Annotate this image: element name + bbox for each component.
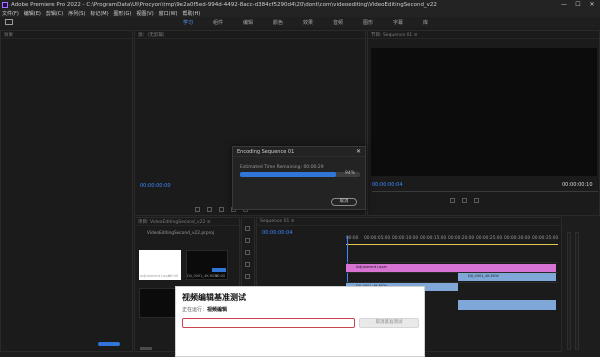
effects-panel: 效果: [0, 30, 133, 352]
encoding-progress-percent: 94%: [345, 171, 356, 176]
audio-meter-left: [567, 232, 571, 350]
maximize-button[interactable]: ☐: [571, 0, 585, 9]
menu-edit[interactable]: 编辑(E): [24, 10, 41, 17]
timeline-clip-video-v2[interactable]: DJI_0001_4K.MOV: [458, 273, 556, 281]
encoding-progress-bar: [240, 172, 360, 177]
benchmark-dialog-title: 视频编辑基准测试: [182, 292, 246, 302]
project-thumb-badge: [212, 268, 226, 272]
project-item-label: Adjustment Layer: [140, 274, 171, 278]
ruler-tick: 00:00:15:00: [420, 236, 447, 241]
encoding-close-icon[interactable]: ✕: [356, 148, 361, 155]
slip-tool-icon[interactable]: [245, 274, 250, 279]
minimize-button[interactable]: —: [557, 0, 571, 9]
razor-tool-icon[interactable]: [245, 262, 250, 267]
home-icon[interactable]: [5, 19, 13, 25]
audio-meter-right: [575, 232, 579, 350]
program-monitor-title[interactable]: 节目: Sequence 01 ≡: [368, 31, 599, 39]
ruler-tick: 00:00:35:00: [532, 236, 559, 241]
timeline-clip-adjustment[interactable]: Adjustment Layer: [346, 264, 556, 272]
close-window-button[interactable]: ✕: [585, 0, 599, 9]
benchmark-status-label: 正在运行：: [182, 307, 208, 313]
project-item-label: DJI_0001_4K.MOV: [187, 274, 218, 278]
menu-sequence[interactable]: 序列(S): [68, 10, 85, 17]
timeline-timecode[interactable]: 00:00:00:04: [262, 230, 293, 236]
ruler-tick: 00:00:30:00: [504, 236, 531, 241]
program-play-icon[interactable]: [462, 198, 467, 203]
workspace-tab-graphics[interactable]: 图形: [363, 19, 393, 26]
menu-clip[interactable]: 剪辑(C): [46, 10, 63, 17]
workspace-tab-color[interactable]: 颜色: [273, 19, 303, 26]
effects-panel-title[interactable]: 效果: [1, 31, 132, 39]
source-timecode[interactable]: 00:00:00:00: [140, 183, 171, 189]
workspace-tab-audio[interactable]: 音频: [333, 19, 363, 26]
program-video-frame: [371, 48, 597, 176]
zoom-slider[interactable]: [98, 342, 120, 346]
ruler-tick: 00:00:05:00: [364, 236, 391, 241]
program-scrubber[interactable]: [372, 191, 598, 192]
workspace-bar: 学习 组件 编辑 颜色 效果 音频 图形 字幕 库: [0, 17, 600, 27]
encoding-dialog: Encoding Sequence 01 ✕ Estimated Time Re…: [232, 146, 366, 210]
program-step-forward-icon[interactable]: [474, 198, 479, 203]
benchmark-status-value: 视频编辑: [207, 307, 228, 313]
work-area-bar[interactable]: [346, 244, 558, 245]
window-title: Adobe Premiere Pro 2022 - C:\ProgramData…: [11, 1, 437, 8]
selection-tool-icon[interactable]: [245, 226, 250, 231]
title-bar: Adobe Premiere Pro 2022 - C:\ProgramData…: [0, 0, 600, 9]
menu-help[interactable]: 帮助(H): [183, 10, 201, 17]
encoding-dialog-title: Encoding Sequence 01: [237, 149, 295, 155]
premiere-app-icon: [2, 1, 8, 8]
menu-bar: 文件(F) 编辑(E) 剪辑(C) 序列(S) 标记(M) 图形(G) 视图(V…: [0, 9, 600, 17]
menu-view[interactable]: 视图(V): [136, 10, 153, 17]
workspace-tab-effects[interactable]: 效果: [303, 19, 333, 26]
benchmark-progress-field[interactable]: [182, 318, 355, 328]
workspace-tab-learn[interactable]: 学习: [183, 19, 213, 26]
project-item-duration: 00:00: [215, 274, 226, 278]
program-timecode-duration: 00:00:00:10: [562, 182, 593, 188]
timeline-clip-video-a[interactable]: [458, 300, 556, 310]
project-filename: VideoEditingSecond_v22.prproj: [147, 231, 215, 236]
menu-markers[interactable]: 标记(M): [90, 10, 108, 17]
ruler-tick: 00:00:25:00: [476, 236, 503, 241]
workspace-tab-captions[interactable]: 字幕: [393, 19, 423, 26]
mark-in-icon[interactable]: [195, 207, 200, 212]
ruler-tick: 00:00:10:00: [392, 236, 419, 241]
track-divider: [346, 262, 558, 263]
project-panel-title[interactable]: 项目: VideoEditingSecond_v22 ≡: [135, 218, 239, 226]
program-step-back-icon[interactable]: [450, 198, 455, 203]
menu-file[interactable]: 文件(F): [2, 10, 19, 17]
benchmark-status: 正在运行：视频编辑: [182, 306, 227, 313]
encoding-cancel-button[interactable]: 取消: [331, 198, 357, 206]
workspace-tab-editing[interactable]: 编辑: [243, 19, 273, 26]
program-timecode-current[interactable]: 00:00:00:04: [372, 182, 403, 188]
workspace-tab-assembly[interactable]: 组件: [213, 19, 243, 26]
source-monitor-title[interactable]: 源：（无剪辑）: [135, 31, 365, 39]
ripple-edit-tool-icon[interactable]: [245, 250, 250, 255]
estimated-time-label: Estimated Time Remaining: 00:00:29: [240, 165, 324, 170]
encoding-dialog-header: Encoding Sequence 01 ✕: [233, 147, 365, 157]
benchmark-dialog: 视频编辑基准测试 正在运行：视频编辑 取消基准测试: [175, 286, 425, 357]
workspace-tab-libraries[interactable]: 库: [423, 19, 453, 26]
mark-out-icon[interactable]: [207, 207, 212, 212]
step-back-icon[interactable]: [219, 207, 224, 212]
track-select-tool-icon[interactable]: [245, 238, 250, 243]
project-item-duration: 00:00: [168, 274, 179, 278]
project-list-view-icon[interactable]: [140, 347, 152, 350]
menu-window[interactable]: 窗口(W): [159, 10, 178, 17]
menu-graphics[interactable]: 图形(G): [114, 10, 132, 17]
timeline-title[interactable]: Sequence 01 ≡: [257, 218, 561, 226]
encoding-progress-fill: [240, 172, 336, 177]
cancel-benchmark-button[interactable]: 取消基准测试: [359, 318, 419, 328]
ruler-tick: 00:00:20:00: [448, 236, 475, 241]
